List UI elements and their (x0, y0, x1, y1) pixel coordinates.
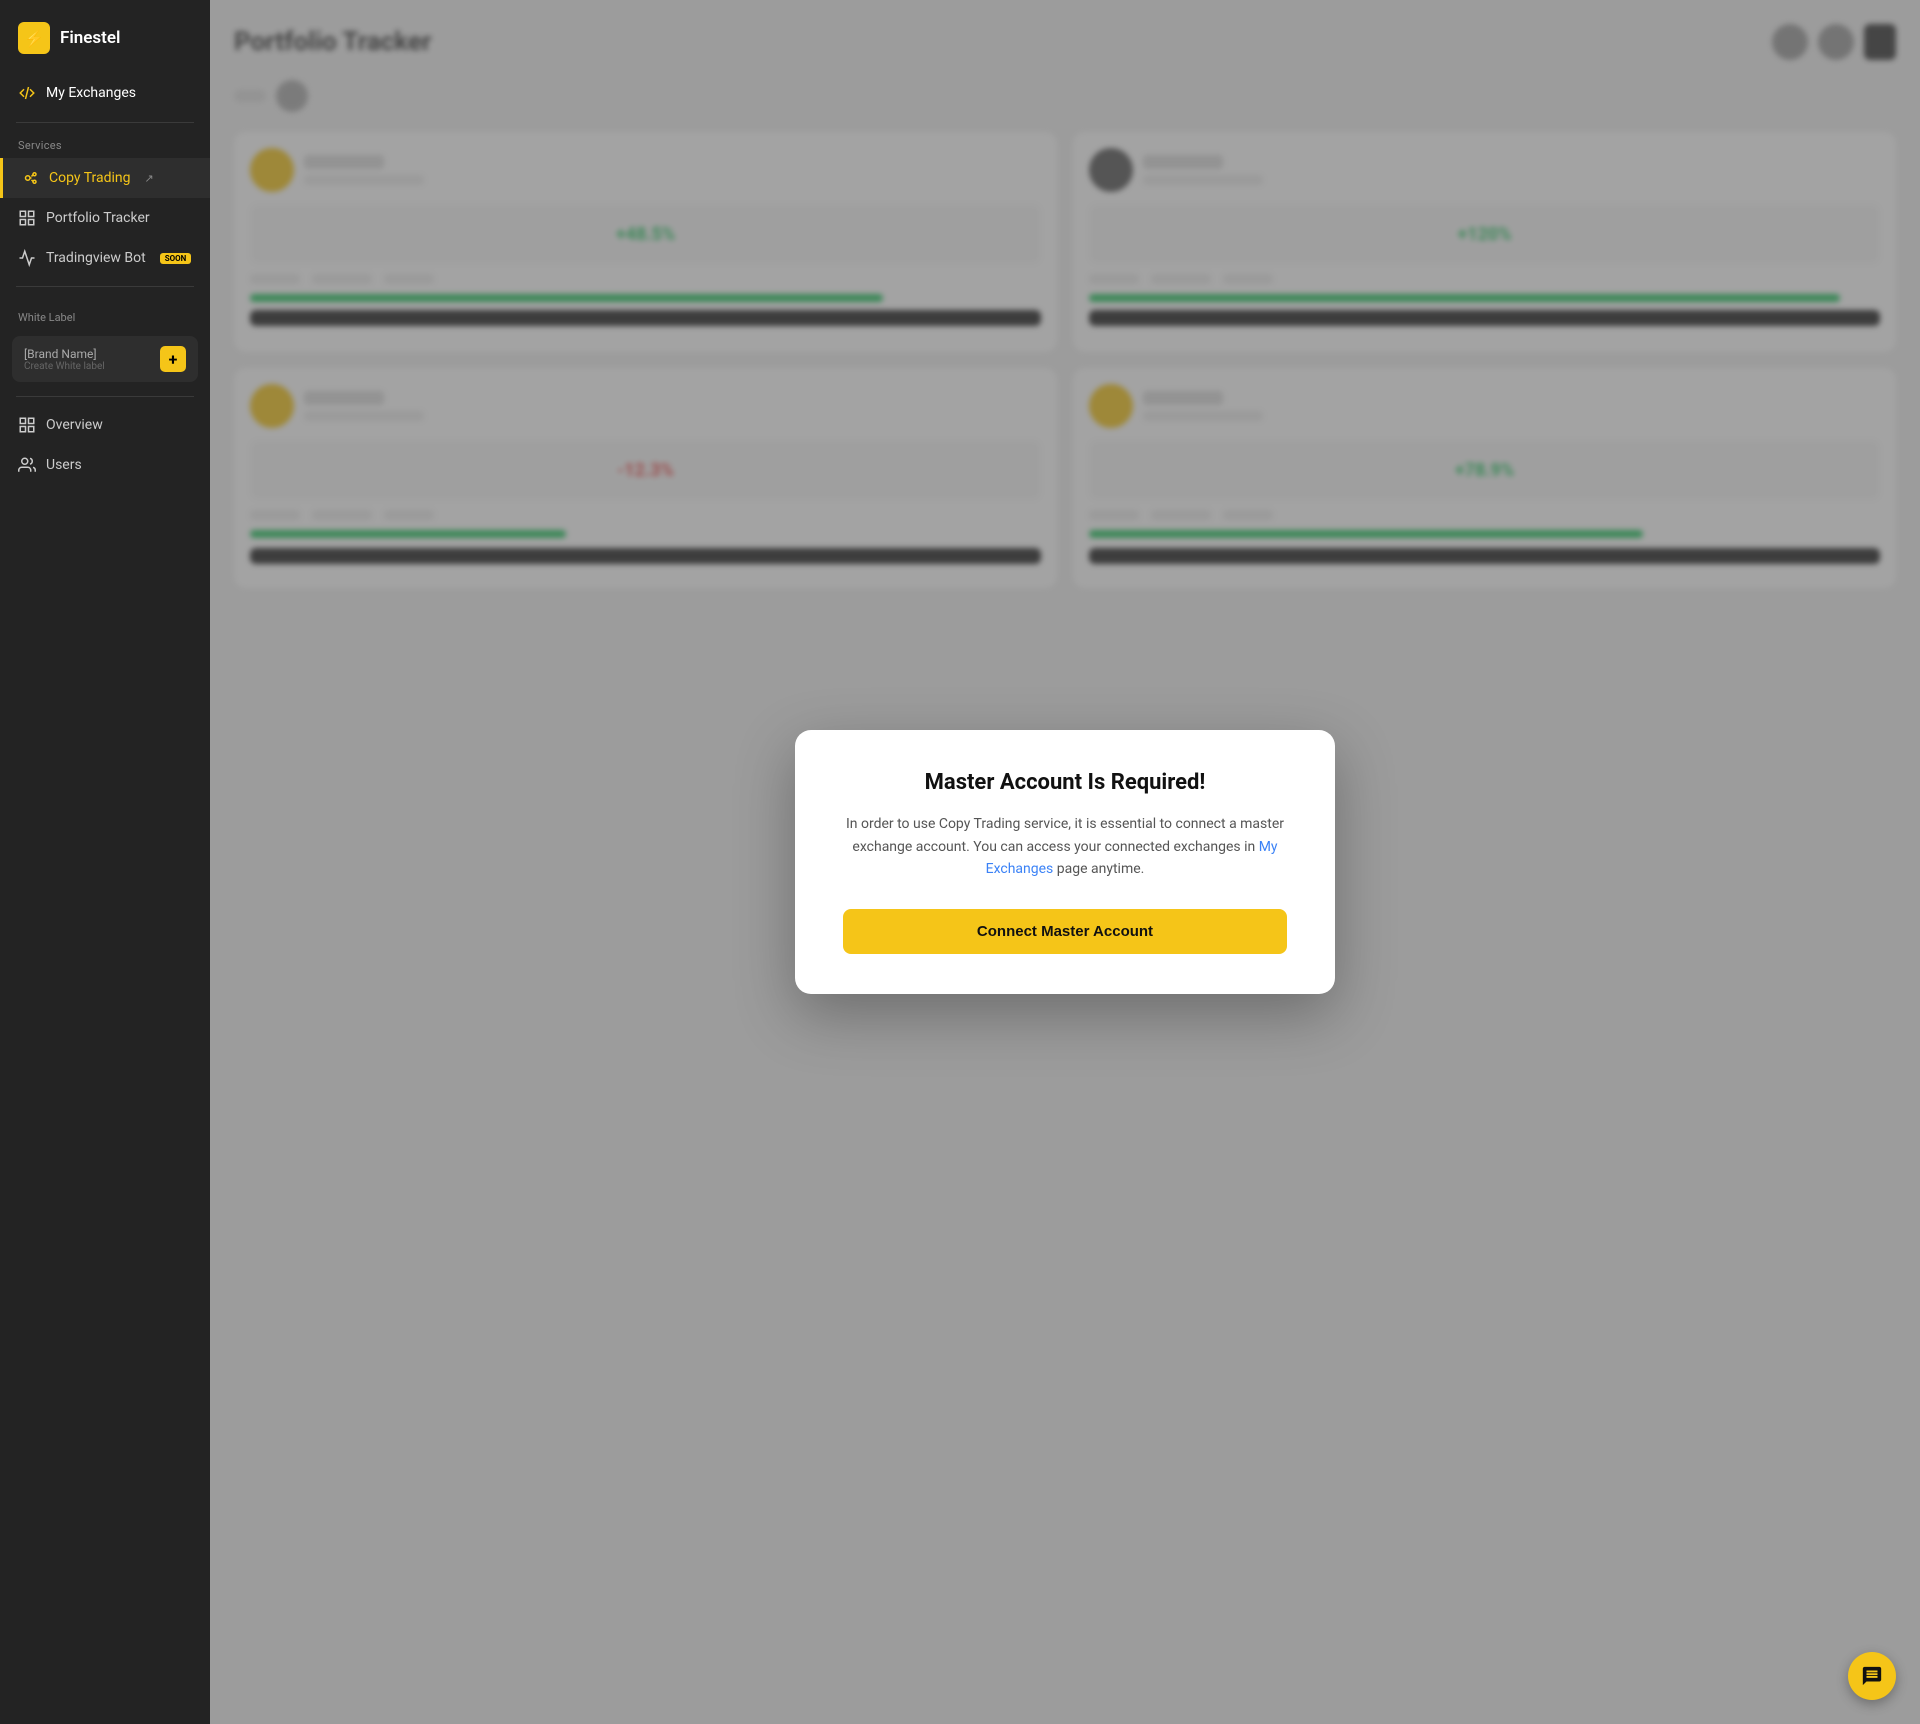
sidebar-item-tradingview-bot[interactable]: Tradingview Bot Soon (0, 238, 210, 278)
divider-3 (16, 396, 194, 397)
copy-trading-label: Copy Trading (49, 170, 131, 186)
modal-body: In order to use Copy Trading service, it… (843, 813, 1287, 880)
copy-trading-icon (21, 169, 39, 187)
brand-name-card[interactable]: [Brand Name] Create White label + (12, 336, 198, 382)
modal-body-text-1: In order to use Copy Trading service, it… (846, 816, 1284, 854)
sidebar-item-users[interactable]: Users (0, 445, 210, 485)
modal-overlay: Master Account Is Required! In order to … (210, 0, 1920, 1724)
modal-body-text-2: page anytime. (1053, 861, 1144, 877)
create-white-label-button[interactable]: + (160, 346, 186, 372)
app-logo[interactable]: ⚡ Finestel (0, 0, 210, 72)
sidebar-item-copy-trading[interactable]: Copy Trading ↗ (0, 158, 210, 198)
brand-name-info: [Brand Name] Create White label (24, 347, 105, 372)
sidebar: ⚡ Finestel My Exchanges Services Copy Tr… (0, 0, 210, 1724)
logo-icon: ⚡ (18, 22, 50, 54)
modal-title: Master Account Is Required! (843, 770, 1287, 795)
sidebar-item-portfolio-tracker[interactable]: Portfolio Tracker (0, 198, 210, 238)
portfolio-tracker-label: Portfolio Tracker (46, 210, 150, 226)
tradingview-bot-icon (18, 249, 36, 267)
divider-2 (16, 286, 194, 287)
white-label-section: White Label [Brand Name] Create White la… (0, 303, 210, 388)
main-content: Portfolio Tracker (210, 0, 1920, 1724)
divider-1 (16, 122, 194, 123)
users-label: Users (46, 457, 82, 473)
tradingview-bot-label: Tradingview Bot (46, 250, 146, 266)
services-section-label: Services (0, 131, 210, 158)
white-label-section-label: White Label (0, 303, 210, 330)
soon-badge: Soon (160, 253, 192, 264)
users-icon (18, 456, 36, 474)
sidebar-item-overview[interactable]: Overview (0, 405, 210, 445)
sidebar-item-my-exchanges[interactable]: My Exchanges (0, 72, 210, 114)
chat-support-button[interactable] (1848, 1652, 1896, 1700)
brand-name-sub: Create White label (24, 361, 105, 372)
sidebar-my-exchanges-label: My Exchanges (46, 85, 136, 101)
brand-name-text: [Brand Name] (24, 347, 105, 361)
modal-dialog: Master Account Is Required! In order to … (795, 730, 1335, 993)
connect-master-account-button[interactable]: Connect Master Account (843, 909, 1287, 954)
portfolio-tracker-icon (18, 209, 36, 227)
app-name: Finestel (60, 28, 120, 48)
overview-label: Overview (46, 417, 103, 433)
external-link-icon: ↗ (145, 172, 154, 185)
exchanges-icon (18, 84, 36, 102)
overview-icon (18, 416, 36, 434)
